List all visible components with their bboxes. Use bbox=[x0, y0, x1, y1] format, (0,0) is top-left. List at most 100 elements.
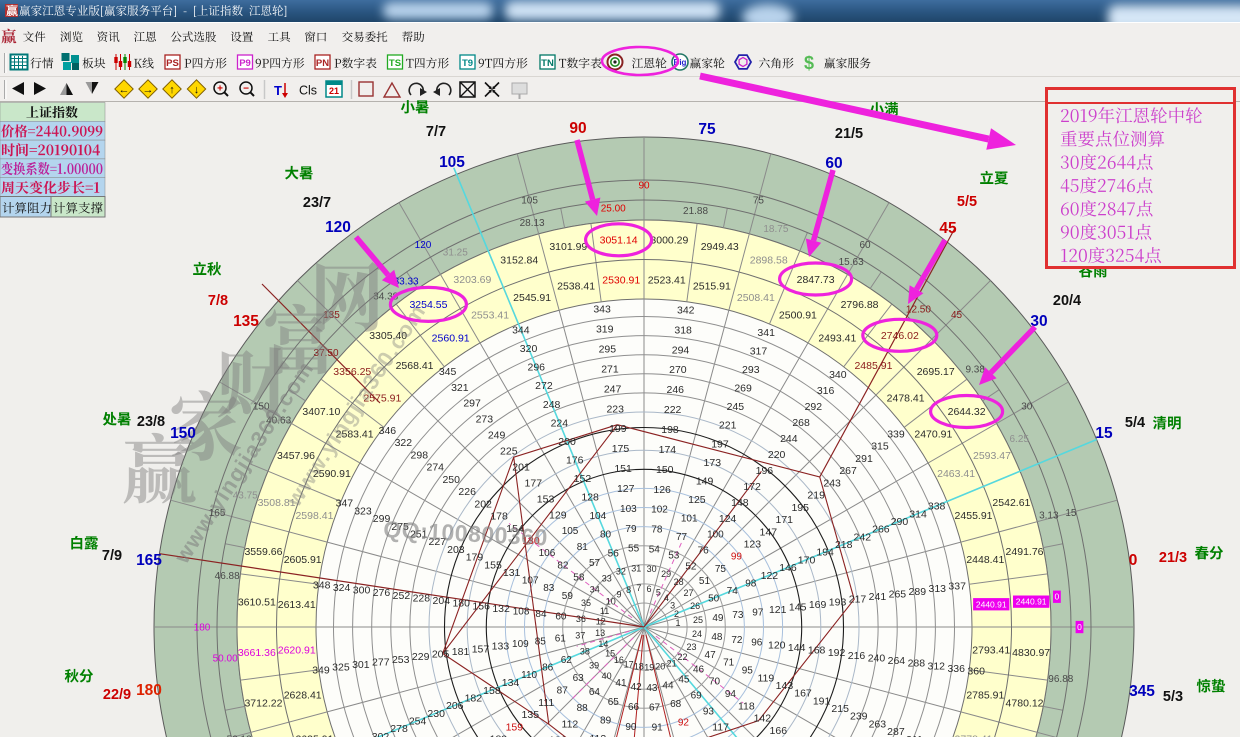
svg-text:2785.91: 2785.91 bbox=[966, 690, 1004, 702]
svg-text:245: 245 bbox=[727, 401, 745, 413]
svg-text:63: 63 bbox=[573, 673, 585, 684]
svg-text:149: 149 bbox=[696, 475, 714, 487]
svg-text:271: 271 bbox=[601, 363, 619, 375]
svg-text:291: 291 bbox=[855, 453, 873, 465]
svg-text:120: 120 bbox=[415, 240, 432, 251]
svg-text:23/8: 23/8 bbox=[137, 414, 165, 430]
svg-text:45: 45 bbox=[939, 220, 957, 237]
svg-text:221: 221 bbox=[719, 420, 737, 432]
svg-text:69: 69 bbox=[691, 691, 703, 702]
svg-text:180: 180 bbox=[452, 598, 470, 610]
svg-text:322: 322 bbox=[395, 437, 413, 449]
svg-text:205: 205 bbox=[432, 649, 450, 661]
svg-text:179: 179 bbox=[466, 552, 484, 564]
svg-text:8: 8 bbox=[626, 585, 631, 595]
svg-text:52: 52 bbox=[685, 561, 697, 572]
svg-text:44: 44 bbox=[662, 681, 674, 692]
svg-text:321: 321 bbox=[451, 382, 469, 394]
svg-text:325: 325 bbox=[332, 662, 350, 674]
svg-text:65: 65 bbox=[608, 697, 620, 708]
svg-text:157: 157 bbox=[472, 643, 490, 655]
svg-text:36: 36 bbox=[576, 614, 586, 624]
svg-text:2491.76: 2491.76 bbox=[1006, 546, 1044, 558]
svg-text:155: 155 bbox=[484, 559, 502, 571]
svg-text:338: 338 bbox=[928, 501, 946, 513]
svg-text:264: 264 bbox=[888, 655, 906, 667]
svg-text:2847.73: 2847.73 bbox=[797, 274, 835, 286]
svg-text:243: 243 bbox=[823, 477, 841, 489]
svg-text:180: 180 bbox=[136, 682, 162, 699]
svg-text:3101.99: 3101.99 bbox=[549, 241, 587, 253]
svg-text:298: 298 bbox=[411, 449, 429, 461]
svg-text:6: 6 bbox=[647, 584, 652, 594]
svg-text:108: 108 bbox=[513, 606, 530, 617]
svg-text:318: 318 bbox=[674, 324, 692, 336]
svg-text:2695.17: 2695.17 bbox=[917, 366, 955, 378]
svg-text:2635.91: 2635.91 bbox=[295, 734, 333, 737]
svg-text:72: 72 bbox=[731, 635, 743, 646]
svg-text:173: 173 bbox=[704, 457, 722, 469]
svg-text:244: 244 bbox=[780, 433, 798, 445]
svg-text:12.50: 12.50 bbox=[906, 305, 931, 316]
svg-text:122: 122 bbox=[761, 570, 779, 582]
svg-text:289: 289 bbox=[909, 586, 927, 598]
svg-text:↑: ↑ bbox=[169, 84, 175, 96]
svg-text:194: 194 bbox=[816, 547, 834, 559]
svg-text:3: 3 bbox=[670, 600, 675, 610]
svg-text:287: 287 bbox=[887, 726, 905, 737]
svg-text:101: 101 bbox=[681, 513, 698, 524]
svg-text:59: 59 bbox=[562, 591, 574, 602]
svg-text:56: 56 bbox=[608, 548, 620, 559]
svg-text:169: 169 bbox=[809, 599, 827, 611]
svg-text:22: 22 bbox=[678, 652, 688, 662]
svg-text:297: 297 bbox=[463, 398, 481, 410]
svg-text:300: 300 bbox=[353, 585, 371, 597]
svg-text:248: 248 bbox=[543, 399, 561, 411]
svg-text:15: 15 bbox=[1065, 508, 1077, 519]
svg-text:47: 47 bbox=[705, 650, 717, 661]
svg-text:269: 269 bbox=[734, 383, 752, 395]
svg-text:273: 273 bbox=[476, 414, 494, 426]
svg-text:266: 266 bbox=[872, 524, 890, 536]
svg-text:40: 40 bbox=[602, 671, 612, 681]
svg-text:5/5: 5/5 bbox=[957, 194, 977, 210]
svg-text:2605.91: 2605.91 bbox=[284, 554, 322, 566]
svg-text:176: 176 bbox=[566, 455, 584, 467]
svg-text:175: 175 bbox=[612, 443, 630, 455]
svg-text:18.75: 18.75 bbox=[763, 224, 788, 235]
svg-text:172: 172 bbox=[743, 481, 761, 493]
svg-text:60: 60 bbox=[555, 612, 567, 623]
svg-text:2568.41: 2568.41 bbox=[396, 360, 434, 372]
svg-text:170: 170 bbox=[798, 554, 816, 566]
svg-text:55: 55 bbox=[628, 544, 640, 555]
svg-text:206: 206 bbox=[446, 700, 464, 712]
svg-text:19: 19 bbox=[644, 662, 654, 672]
svg-text:192: 192 bbox=[828, 647, 846, 659]
svg-text:294: 294 bbox=[672, 344, 690, 356]
svg-text:183: 183 bbox=[490, 733, 508, 737]
svg-text:123: 123 bbox=[744, 539, 762, 551]
svg-text:292: 292 bbox=[805, 401, 823, 413]
svg-text:2898.58: 2898.58 bbox=[750, 254, 788, 266]
svg-text:5/4: 5/4 bbox=[1125, 415, 1145, 431]
svg-text:177: 177 bbox=[525, 478, 543, 490]
svg-text:247: 247 bbox=[604, 383, 622, 395]
svg-text:360: 360 bbox=[967, 666, 985, 678]
svg-text:29: 29 bbox=[661, 569, 671, 579]
svg-text:198: 198 bbox=[661, 424, 679, 436]
svg-text:2455.91: 2455.91 bbox=[955, 510, 993, 522]
svg-text:2530.91: 2530.91 bbox=[602, 275, 640, 287]
svg-text:33: 33 bbox=[602, 574, 612, 584]
svg-text:2508.41: 2508.41 bbox=[737, 292, 775, 304]
svg-text:105: 105 bbox=[439, 154, 465, 171]
svg-text:102: 102 bbox=[651, 505, 668, 516]
svg-text:195: 195 bbox=[791, 502, 809, 514]
svg-text:2560.91: 2560.91 bbox=[432, 332, 470, 344]
svg-text:293: 293 bbox=[742, 364, 760, 376]
svg-text:85: 85 bbox=[535, 636, 547, 647]
svg-text:345: 345 bbox=[439, 366, 457, 378]
svg-text:103: 103 bbox=[620, 504, 637, 515]
svg-text:146: 146 bbox=[779, 562, 797, 574]
svg-text:2644.32: 2644.32 bbox=[948, 406, 986, 418]
svg-text:131: 131 bbox=[503, 567, 521, 579]
